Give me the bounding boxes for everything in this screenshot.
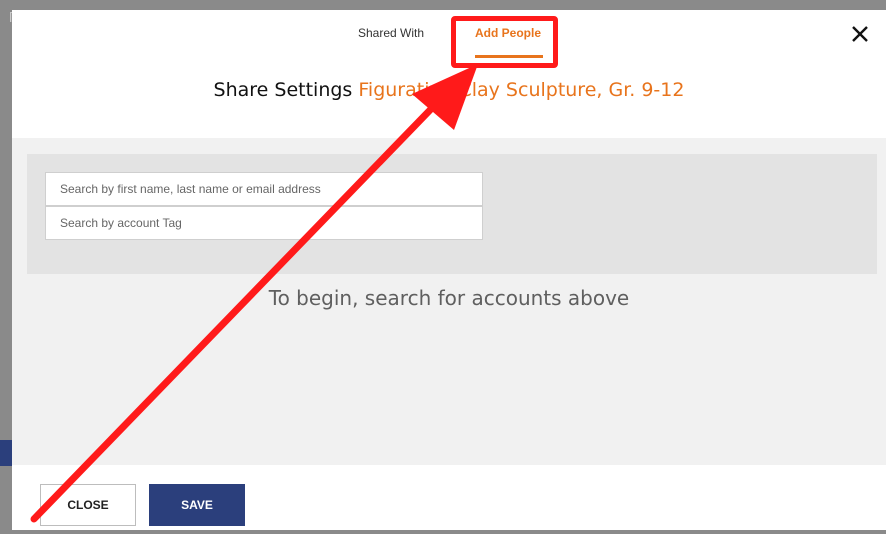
arrow-shaft xyxy=(30,104,436,523)
annotation-arrow xyxy=(30,64,478,523)
